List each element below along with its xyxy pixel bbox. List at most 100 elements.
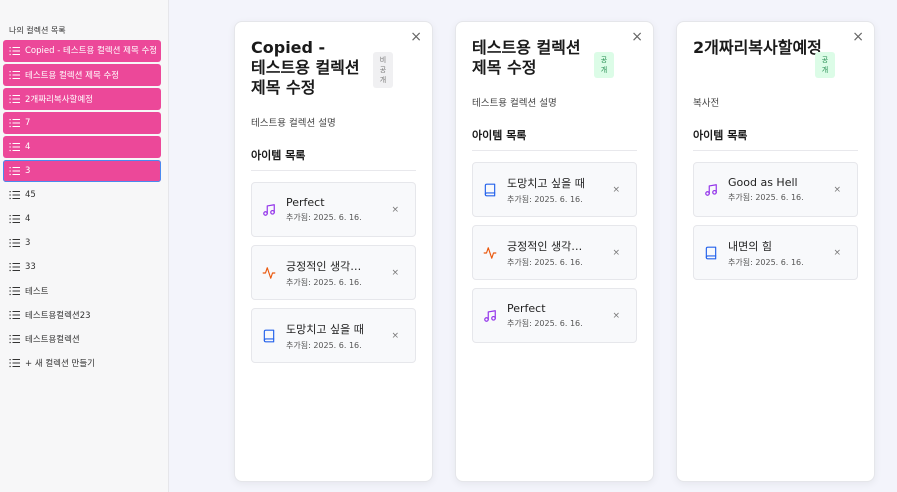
sidebar-item-label: + 새 컬렉션 만들기 <box>25 359 95 369</box>
sidebar: 나의 컬렉션 목록 Copied - 테스트용 컬렉션 제목 수정테스트용 컬렉… <box>0 0 169 492</box>
card-description: 테스트용 컬렉션 설명 <box>251 118 336 129</box>
music-icon <box>483 309 497 323</box>
sidebar-item-label: 테스트 <box>25 287 49 297</box>
list-icon <box>9 286 21 296</box>
sidebar-item-12[interactable]: 테스트용컬렉션 <box>3 328 161 350</box>
collection-item[interactable]: Perfect 추가됨: 2025. 6. 16. × <box>472 288 637 343</box>
sidebar-item-1[interactable]: 테스트용 컬렉션 제목 수정 <box>3 64 161 86</box>
item-date: 추가됨: 2025. 6. 16. <box>507 194 583 204</box>
sidebar-item-11[interactable]: 테스트용컬렉션23 <box>3 304 161 326</box>
collection-item[interactable]: 긍정적인 생각의 힘 추가됨: 2025. 6. 16. × <box>472 225 637 280</box>
item-title: 내면의 힘 <box>728 239 772 253</box>
sidebar-item-6[interactable]: 45 <box>3 184 161 206</box>
sidebar-item-label: 45 <box>25 190 36 200</box>
item-text: Perfect 추가됨: 2025. 6. 16. <box>286 196 370 223</box>
item-date: 추가됨: 2025. 6. 16. <box>507 319 583 328</box>
sidebar-item-7[interactable]: 4 <box>3 208 161 230</box>
list-icon <box>9 358 21 368</box>
remove-item-button[interactable]: × <box>391 331 399 341</box>
collection-card: × Copied - 테스트용 컬렉션 제목 수정 비공개 테스트용 컬렉션 설명 아이… <box>234 21 433 482</box>
sidebar-item-label: 2개짜리복사할예정 <box>25 95 93 105</box>
activity-icon <box>483 246 497 260</box>
list-icon <box>9 94 21 104</box>
remove-item-button[interactable]: × <box>612 311 620 321</box>
collection-card: × 테스트용 컬렉션 제목 수정 공개 테스트용 컬렉션 설명 아이템 목록 도망치고 싶… <box>455 21 654 482</box>
sidebar-item-2[interactable]: 2개짜리복사할예정 <box>3 88 161 110</box>
list-icon <box>9 310 21 320</box>
music-icon <box>262 203 276 217</box>
sidebar-item-label: 테스트용컬렉션 <box>25 335 80 345</box>
close-icon[interactable]: × <box>631 30 643 44</box>
item-date: 추가됨: 2025. 6. 16. <box>286 213 362 222</box>
items-header: 아이템 목록 <box>251 147 416 171</box>
item-date: 추가됨: 2025. 6. 16. <box>286 277 362 287</box>
item-text: Good as Hell 추가됨: 2025. 6. 16. <box>728 176 812 203</box>
item-date: 추가됨: 2025. 6. 16. <box>728 257 804 267</box>
sidebar-item-label: 테스트용 컬렉션 제목 수정 <box>25 71 120 81</box>
item-text: 내면의 힘추가됨: 2025. 6. 16. <box>728 238 812 268</box>
sidebar-item-label: 7 <box>25 118 31 128</box>
item-text: 도망치고 싶을 때추가됨: 2025. 6. 16. <box>507 175 591 205</box>
collection-item[interactable]: 내면의 힘추가됨: 2025. 6. 16. × <box>693 225 858 280</box>
collection-item[interactable]: 도망치고 싶을 때추가됨: 2025. 6. 16. × <box>251 308 416 363</box>
list-icon <box>9 70 21 80</box>
collection-item[interactable]: 긍정적인 생각의 힘추가됨: 2025. 6. 16. × <box>251 245 416 300</box>
remove-item-button[interactable]: × <box>391 205 399 215</box>
sidebar-item-label: 3 <box>25 238 31 248</box>
item-text: 긍정적인 생각의 힘추가됨: 2025. 6. 16. <box>286 258 370 288</box>
sidebar-item-label: 3 <box>25 166 31 176</box>
sidebar-item-8[interactable]: 3 <box>3 232 161 254</box>
card-header: 2개짜리복사할예정 공개 <box>693 38 858 78</box>
item-title: 긍정적인 생각의 힘 <box>286 259 370 273</box>
sidebar-item-9[interactable]: 33 <box>3 256 161 278</box>
remove-item-button[interactable]: × <box>391 268 399 278</box>
list-icon <box>9 190 21 200</box>
sidebar-item-0[interactable]: Copied - 테스트용 컬렉션 제목 수정 <box>3 40 161 62</box>
item-date: 추가됨: 2025. 6. 16. <box>728 193 804 202</box>
sidebar-list: Copied - 테스트용 컬렉션 제목 수정테스트용 컬렉션 제목 수정 2개짜… <box>0 40 168 374</box>
card-title: 2개짜리복사할예정 <box>693 38 822 57</box>
collection-item[interactable]: 도망치고 싶을 때추가됨: 2025. 6. 16. × <box>472 162 637 217</box>
book-icon <box>483 183 497 197</box>
remove-item-button[interactable]: × <box>612 248 620 258</box>
list-icon <box>9 118 21 128</box>
item-title: Good as Hell <box>728 176 798 189</box>
sidebar-item-10[interactable]: 테스트 <box>3 280 161 302</box>
list-icon <box>9 262 21 272</box>
sidebar-item-4[interactable]: 4 <box>3 136 161 158</box>
sidebar-item-13[interactable]: + 새 컬렉션 만들기 <box>3 352 161 374</box>
sidebar-item-5[interactable]: 3 <box>3 160 161 182</box>
card-title: 테스트용 컬렉션 제목 수정 <box>472 38 581 77</box>
list-icon <box>9 46 21 56</box>
book-icon <box>262 329 276 343</box>
collection-item[interactable]: Perfect 추가됨: 2025. 6. 16. × <box>251 182 416 237</box>
remove-item-button[interactable]: × <box>612 185 620 195</box>
close-icon[interactable]: × <box>410 30 422 44</box>
list-icon <box>9 166 21 176</box>
sidebar-item-label: 4 <box>25 142 31 152</box>
book-icon <box>704 246 718 260</box>
list-icon <box>9 214 21 224</box>
item-date: 추가됨: 2025. 6. 16. <box>286 340 362 350</box>
item-text: Perfect 추가됨: 2025. 6. 16. <box>507 302 591 329</box>
item-title: 도망치고 싶을 때 <box>286 322 364 336</box>
items-header: 아이템 목록 <box>693 127 858 151</box>
sidebar-item-3[interactable]: 7 <box>3 112 161 134</box>
item-text: 도망치고 싶을 때추가됨: 2025. 6. 16. <box>286 321 370 351</box>
item-date: 추가됨: 2025. 6. 16. <box>507 257 583 267</box>
sidebar-title: 나의 컬렉션 목록 <box>9 26 66 35</box>
card-header: Copied - 테스트용 컬렉션 제목 수정 비공개 <box>251 38 416 98</box>
remove-item-button[interactable]: × <box>833 248 841 258</box>
list-icon <box>9 334 21 344</box>
remove-item-button[interactable]: × <box>833 185 841 195</box>
item-title: 도망치고 싶을 때 <box>507 176 585 190</box>
visibility-badge: 공개 <box>594 52 614 78</box>
card-title: Copied - 테스트용 컬렉션 제목 수정 <box>251 38 360 97</box>
item-text: 긍정적인 생각의 힘 추가됨: 2025. 6. 16. <box>507 238 591 268</box>
activity-icon <box>262 266 276 280</box>
collection-card: × 2개짜리복사할예정 공개 복사전 아이템 목록 Good as Hell 추가됨: 20… <box>676 21 875 482</box>
close-icon[interactable]: × <box>852 30 864 44</box>
collection-item[interactable]: Good as Hell 추가됨: 2025. 6. 16. × <box>693 162 858 217</box>
visibility-badge: 공개 <box>815 52 835 78</box>
sidebar-item-label: Copied - 테스트용 컬렉션 제목 수정 <box>25 46 158 56</box>
